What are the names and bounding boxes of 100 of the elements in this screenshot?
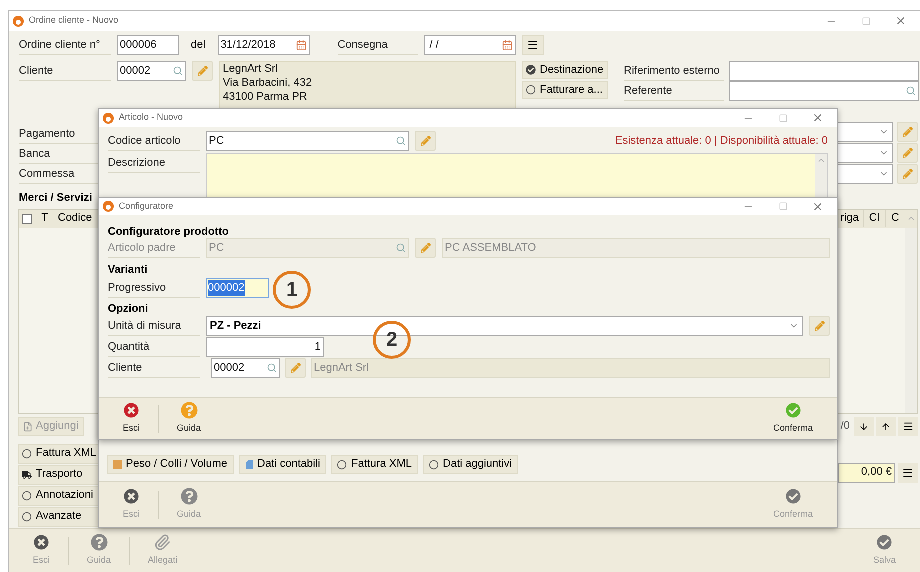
field-label: Ordine cliente n°	[19, 35, 111, 55]
address-line: 43100 Parma PR	[223, 90, 308, 104]
field-label: Progressivo	[108, 278, 200, 298]
section-button[interactable]: Peso / Colli / Volume	[107, 455, 234, 474]
section-title: Merci / Servizi	[19, 191, 92, 206]
close-icon	[34, 534, 49, 550]
pencil-icon	[902, 169, 912, 179]
calendar-icon	[502, 40, 513, 50]
add-file-icon	[23, 422, 33, 432]
radio-icon	[22, 490, 32, 500]
column-header: Cl	[863, 210, 885, 227]
calendar-icon	[296, 40, 307, 50]
column-header: riga	[840, 211, 860, 226]
help-icon	[180, 402, 198, 419]
section-title: Configuratore prodotto	[108, 225, 229, 238]
input-field[interactable]: 000002	[206, 278, 269, 298]
radio-icon	[526, 85, 536, 95]
menu-icon	[526, 39, 539, 51]
close-icon	[812, 112, 824, 124]
window-title: Articolo - Nuovo	[119, 111, 184, 124]
edit-button[interactable]	[192, 61, 213, 81]
column-header: C	[885, 210, 905, 227]
search-icon	[906, 86, 916, 96]
field-label: Unità di misura	[108, 316, 200, 336]
checkbox[interactable]	[22, 214, 32, 224]
edit-button[interactable]	[415, 238, 436, 258]
column-header: T	[40, 211, 50, 226]
edit-button[interactable]	[897, 164, 918, 184]
radio-icon	[22, 448, 32, 458]
input-field[interactable]: 31/12/2018	[218, 35, 310, 55]
input-field[interactable]: PC	[206, 131, 409, 151]
app-logo-icon	[13, 16, 24, 26]
help-icon	[180, 488, 198, 505]
section-button[interactable]: Fattura XML	[331, 455, 418, 474]
radio-icon	[22, 512, 32, 522]
app-logo-icon	[103, 201, 114, 212]
field-label: Riferimento esterno	[624, 61, 724, 81]
toolbar-button[interactable]: Esci	[113, 401, 150, 436]
field-label: Quantità	[108, 337, 200, 357]
field-label: Articolo padre	[108, 238, 200, 258]
menu-button[interactable]	[898, 417, 918, 436]
arrow-up-icon	[881, 422, 891, 432]
search-icon	[396, 243, 406, 253]
field-label: Descrizione	[108, 153, 200, 173]
input-field[interactable]	[729, 81, 919, 101]
move-up-button[interactable]	[876, 417, 896, 436]
section-title: Varianti	[108, 263, 148, 276]
edit-button[interactable]	[285, 358, 306, 378]
app-logo-icon	[103, 112, 114, 124]
input-field[interactable]: 00002	[211, 358, 280, 378]
radio-checked-icon	[526, 65, 536, 75]
check-icon	[786, 488, 801, 504]
column-header: Codice	[57, 211, 94, 226]
window-title: Configuratore	[119, 200, 175, 213]
section-button[interactable]: Dati contabili	[238, 455, 326, 474]
maximize-icon	[778, 114, 788, 122]
edit-button[interactable]	[897, 143, 918, 163]
search-icon	[267, 363, 277, 373]
section-title: Opzioni	[108, 302, 148, 315]
field-label: del	[190, 38, 207, 53]
search-icon	[396, 136, 406, 146]
check-icon	[786, 402, 801, 418]
field-label: Cliente	[108, 358, 200, 378]
menu-icon	[902, 421, 914, 432]
radio-icon	[429, 460, 440, 470]
input-field[interactable]: 00002	[117, 61, 186, 81]
pencil-icon	[902, 148, 912, 158]
move-down-button[interactable]	[854, 417, 874, 436]
field-label: Referente	[624, 81, 724, 101]
close-icon	[812, 200, 824, 212]
field-label: Codice articolo	[108, 131, 200, 151]
input-field[interactable]: 0,00 €	[838, 462, 895, 482]
box-icon	[113, 460, 122, 469]
edit-button[interactable]	[897, 122, 918, 142]
edit-button[interactable]	[809, 316, 830, 336]
input-field[interactable]	[729, 61, 919, 81]
pencil-icon	[420, 136, 430, 146]
check-icon	[877, 534, 892, 550]
document-icon	[244, 460, 254, 470]
menu-button[interactable]	[898, 462, 918, 482]
search-icon	[173, 66, 183, 76]
toolbar-button[interactable]: Guida	[167, 401, 212, 436]
menu-icon	[902, 466, 914, 478]
section-button[interactable]: Dati aggiuntivi	[423, 455, 518, 474]
stock-status: Esistenza attuale: 0 | Disponibilità attuale: 0	[615, 134, 828, 149]
pencil-icon	[420, 243, 430, 253]
input-field[interactable]: 000006	[117, 35, 179, 55]
callout-marker: 2	[373, 321, 411, 359]
menu-button[interactable]	[522, 35, 544, 55]
option-button[interactable]: Fatturare a...	[522, 81, 608, 99]
edit-button[interactable]	[415, 131, 436, 151]
radio-icon	[337, 460, 348, 470]
pencil-icon	[814, 321, 824, 331]
option-button[interactable]: Destinazione	[522, 61, 608, 79]
close-icon	[895, 15, 907, 27]
input-field[interactable]: 1	[206, 337, 324, 357]
arrow-down-icon	[859, 422, 869, 432]
maximize-icon	[778, 202, 788, 211]
input-field[interactable]: / /	[424, 35, 516, 55]
toolbar-button[interactable]: Conferma	[763, 401, 823, 436]
